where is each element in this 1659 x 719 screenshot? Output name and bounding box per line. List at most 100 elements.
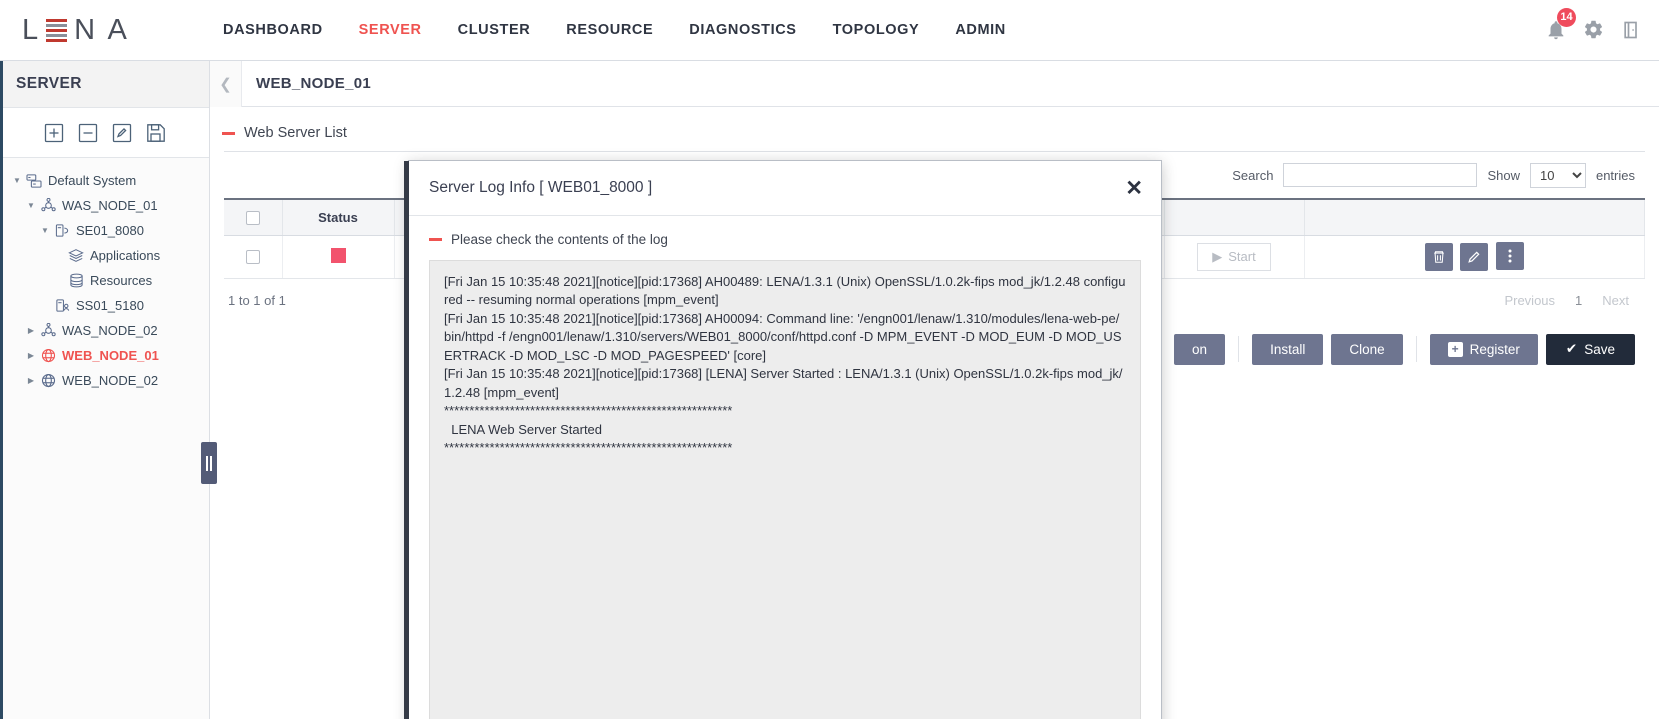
cell-status <box>282 235 395 279</box>
notification-count-badge: 14 <box>1557 7 1576 27</box>
tree-node-label: Applications <box>90 248 161 263</box>
start-label: Start <box>1228 249 1256 264</box>
tree-node-label: WAS_NODE_02 <box>62 323 158 338</box>
resources-icon <box>66 273 86 288</box>
logo-letter-l: L <box>22 13 42 46</box>
nav-item-admin[interactable]: ADMIN <box>937 14 1024 46</box>
nav-item-resource[interactable]: RESOURCE <box>548 14 671 46</box>
modal-accent-bar <box>404 161 409 719</box>
tree-node-label: WEB_NODE_02 <box>62 373 159 388</box>
top-navigation-bar: L N A DASHBOARD SERVER CLUSTER RESOURCE … <box>0 0 1659 61</box>
section-header: Web Server List <box>210 107 1659 151</box>
sidebar-resize-handle[interactable] <box>201 442 217 484</box>
tree-node-default-system[interactable]: ▼ Default System <box>6 168 209 193</box>
chevron-down-icon[interactable]: ▼ <box>38 226 52 235</box>
divider <box>1238 336 1240 362</box>
tree-node-web-node-01[interactable]: ▶ WEB_NODE_01 <box>6 343 209 368</box>
clone-button[interactable]: Clone <box>1331 333 1403 365</box>
logout-icon[interactable] <box>1621 19 1643 43</box>
settings-gear-icon[interactable] <box>1583 19 1605 43</box>
more-options-button[interactable] <box>1495 242 1524 270</box>
server-tree: ▼ Default System ▼ WAS_NODE_01 ▼ SE01_80… <box>0 158 209 393</box>
search-label: Search <box>1232 167 1274 183</box>
tree-node-ss01-5180[interactable]: SS01_5180 <box>6 293 209 318</box>
page-size-select[interactable]: 10 <box>1529 162 1586 188</box>
chevron-down-icon[interactable]: ▼ <box>24 201 38 210</box>
node-icon <box>38 323 58 338</box>
nav-item-topology[interactable]: TOPOLOGY <box>815 14 938 46</box>
row-checkbox[interactable] <box>245 250 260 265</box>
tree-node-se01-8080[interactable]: ▼ SE01_8080 <box>6 218 209 243</box>
divider <box>1415 336 1417 362</box>
tree-node-label: WAS_NODE_01 <box>62 198 158 213</box>
configuration-button[interactable]: on <box>1174 333 1226 365</box>
cell-select <box>224 235 283 279</box>
instance-icon <box>52 223 72 238</box>
page-header: ❮ WEB_NODE_01 <box>210 60 1659 107</box>
pagination-previous[interactable]: Previous <box>1494 289 1565 312</box>
nav-item-dashboard[interactable]: DASHBOARD <box>205 14 341 46</box>
start-button[interactable]: ▶ Start <box>1197 242 1271 271</box>
tree-node-was-node-01[interactable]: ▼ WAS_NODE_01 <box>6 193 209 218</box>
chevron-right-icon[interactable]: ▶ <box>24 326 38 335</box>
tree-node-label: Resources <box>90 273 153 288</box>
note-dash-icon <box>429 238 442 241</box>
select-all-checkbox[interactable] <box>245 211 260 226</box>
status-indicator <box>330 247 346 263</box>
nav-item-diagnostics[interactable]: DIAGNOSTICS <box>671 14 814 46</box>
section-dash-icon <box>222 131 235 135</box>
sidebar-title: SERVER <box>0 61 209 108</box>
delete-button[interactable] <box>1424 243 1453 271</box>
chevron-down-icon[interactable]: ▼ <box>10 176 24 185</box>
save-icon[interactable] <box>146 123 166 143</box>
remove-icon[interactable] <box>78 123 98 143</box>
modal-title: Server Log Info [ WEB01_8000 ] <box>429 179 653 196</box>
register-button[interactable]: + Register <box>1429 333 1538 365</box>
logo-bars-icon <box>46 18 68 42</box>
sidebar: SERVER ▼ Default System ▼ WAS_NODE_01 ▼ … <box>0 61 210 719</box>
notification-bell-icon[interactable]: 14 <box>1545 7 1576 43</box>
server-log-modal: Server Log Info [ WEB01_8000 ] ✕ Please … <box>404 160 1162 719</box>
install-button[interactable]: Install <box>1252 333 1324 365</box>
tree-node-web-node-02[interactable]: ▶ WEB_NODE_02 <box>6 368 209 393</box>
close-icon[interactable]: ✕ <box>1125 178 1143 199</box>
pagination-next[interactable]: Next <box>1592 289 1639 312</box>
play-icon: ▶ <box>1212 248 1223 264</box>
modal-body: Please check the contents of the log [Fr… <box>409 216 1161 719</box>
log-content[interactable]: [Fri Jan 15 10:35:48 2021][notice][pid:1… <box>429 260 1141 719</box>
nav-item-server[interactable]: SERVER <box>341 14 440 46</box>
header-status[interactable]: Status <box>282 198 395 236</box>
applications-icon <box>66 248 86 263</box>
tree-node-applications[interactable]: Applications <box>6 243 209 268</box>
check-icon: ✔ <box>1565 341 1578 356</box>
header-control <box>1164 198 1305 236</box>
tree-node-resources[interactable]: Resources <box>6 268 209 293</box>
section-title: Web Server List <box>244 125 347 141</box>
chevron-right-icon[interactable]: ▶ <box>24 351 38 360</box>
save-button[interactable]: ✔ Save <box>1545 333 1635 365</box>
tree-node-label: Default System <box>48 173 137 188</box>
page-title: WEB_NODE_01 <box>256 75 372 92</box>
add-icon[interactable] <box>44 123 64 143</box>
edit-icon[interactable] <box>112 123 132 143</box>
nav-item-cluster[interactable]: CLUSTER <box>440 14 549 46</box>
entries-label: entries <box>1595 167 1635 183</box>
register-label: Register <box>1469 341 1520 357</box>
tree-node-label: WEB_NODE_01 <box>62 348 159 363</box>
header-select-all <box>224 198 283 236</box>
pagination-page-1[interactable]: 1 <box>1565 289 1592 312</box>
edit-button[interactable] <box>1460 243 1489 271</box>
cell-actions <box>1304 235 1645 279</box>
sidebar-toolbar <box>0 108 209 158</box>
chevron-right-icon[interactable]: ▶ <box>24 376 38 385</box>
app-logo[interactable]: L N A <box>0 13 185 46</box>
show-label: Show <box>1487 167 1520 183</box>
search-input[interactable] <box>1283 163 1478 187</box>
pagination: Previous 1 Next <box>1494 289 1639 312</box>
table-info: 1 to 1 of 1 <box>228 292 286 308</box>
note-text: Please check the contents of the log <box>451 232 668 247</box>
tree-node-was-node-02[interactable]: ▶ WAS_NODE_02 <box>6 318 209 343</box>
tree-node-label: SS01_5180 <box>76 298 144 313</box>
sidebar-collapse-button[interactable]: ❮ <box>210 60 242 107</box>
header-actions <box>1304 198 1645 236</box>
